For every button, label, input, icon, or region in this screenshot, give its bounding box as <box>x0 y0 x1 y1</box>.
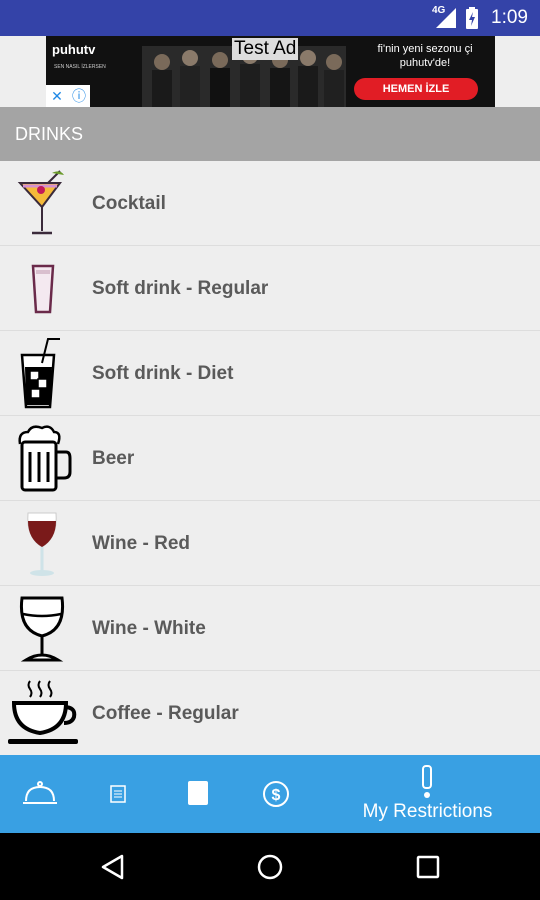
list-item-label: Wine - White <box>92 618 206 639</box>
beer-mug-icon <box>18 425 72 492</box>
ad-brand: puhutv <box>52 42 96 57</box>
svg-text:$: $ <box>272 787 281 804</box>
ad-tagline: fi'nin yeni sezonu çi puhutv'de! <box>377 43 473 69</box>
menu-book-icon <box>110 785 126 803</box>
list-item[interactable]: Beer <box>0 416 540 501</box>
list-item[interactable]: Soft drink - Regular <box>0 246 540 331</box>
exclamation-icon <box>422 765 432 798</box>
drinks-list: Cocktail Soft drink - Regular Soft drink… <box>0 161 540 755</box>
cloche-icon <box>23 781 57 804</box>
test-ad-badge: Test Ad <box>232 38 299 60</box>
ad-info-icon[interactable]: ⓘ <box>68 85 90 107</box>
list-item-label: Cocktail <box>92 193 166 214</box>
ad-brand-sub: SEN NASIL İZLERSEN <box>54 64 106 70</box>
tab-my-restrictions[interactable]: My Restrictions <box>320 755 535 833</box>
section-header: DRINKS <box>0 107 540 161</box>
tab-card[interactable] <box>160 755 240 833</box>
list-item[interactable]: Soft drink - Diet <box>0 331 540 416</box>
tab-menu[interactable] <box>0 755 80 833</box>
card-icon <box>188 781 208 805</box>
list-item-label: Beer <box>92 448 135 469</box>
ad-close-icon[interactable]: ✕ <box>46 85 68 107</box>
soft-drink-glass-icon <box>31 264 55 314</box>
list-item[interactable]: Wine - Red <box>0 501 540 586</box>
list-item-label: Soft drink - Regular <box>92 278 269 299</box>
ad-banner-area: puhutv SEN NASIL İZLERSEN Test Ad fi'nin… <box>0 36 540 107</box>
list-item[interactable]: Wine - White <box>0 586 540 671</box>
dollar-icon: $ <box>263 781 289 807</box>
signal-icon <box>436 8 456 28</box>
adchoices[interactable]: ✕ ⓘ <box>46 85 90 107</box>
home-icon[interactable] <box>257 854 283 880</box>
tab-notes[interactable] <box>80 755 160 833</box>
android-nav-bar <box>0 833 540 900</box>
list-item[interactable]: Coffee - Regular <box>0 671 540 755</box>
red-wine-glass-icon <box>27 512 57 576</box>
list-item-label: Wine - Red <box>92 533 190 554</box>
recents-icon[interactable] <box>416 855 440 879</box>
status-bar: 4G 1:09 <box>0 0 540 36</box>
ad-banner[interactable]: puhutv SEN NASIL İZLERSEN Test Ad fi'nin… <box>46 36 495 107</box>
bottom-tab-bar: $ My Restrictions <box>0 755 540 833</box>
soft-drink-straw-icon <box>20 338 60 409</box>
back-icon[interactable] <box>100 854 126 880</box>
clock: 1:09 <box>491 7 528 28</box>
cocktail-icon <box>17 170 64 235</box>
coffee-cup-icon <box>8 680 78 744</box>
tab-label: My Restrictions <box>362 801 493 822</box>
ad-cta-button[interactable]: HEMEN İZLE <box>354 78 478 100</box>
white-wine-glass-icon <box>19 596 65 662</box>
list-item-label: Coffee - Regular <box>92 703 239 724</box>
list-item-label: Soft drink - Diet <box>92 363 234 384</box>
list-item[interactable]: Cocktail <box>0 161 540 246</box>
tab-cost[interactable]: $ <box>240 755 320 833</box>
battery-icon <box>466 7 478 29</box>
